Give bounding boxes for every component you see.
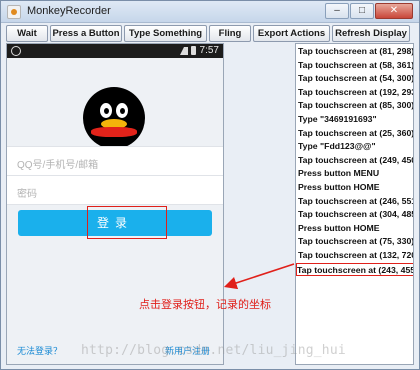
annotation-text: 点击登录按钮，记录的坐标 xyxy=(139,299,271,311)
annotation-arrow xyxy=(223,263,295,290)
watermark: http://blog.csdn.net/liu_jing_hui xyxy=(81,343,346,358)
monkeyrecorder-window: MonkeyRecorder – □ ✕ Wait Press a Button… xyxy=(0,0,420,370)
